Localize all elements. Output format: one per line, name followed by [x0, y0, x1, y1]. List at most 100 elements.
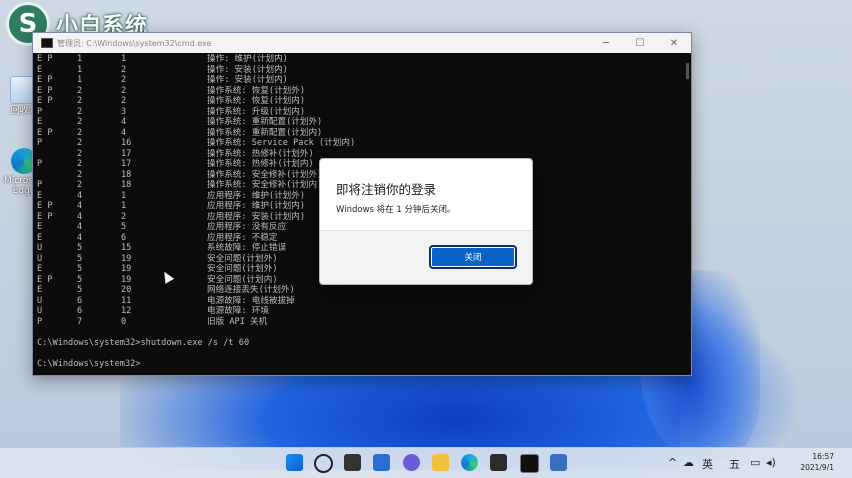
cmd-cell: 1	[121, 190, 127, 201]
cmd-cell: E	[37, 222, 43, 232]
cmd-cell: 安全问题(计划内)	[207, 274, 278, 285]
cmd-cell: 4	[77, 201, 83, 211]
cmd-cell: 11	[121, 295, 132, 306]
cmd-cell: P	[37, 180, 43, 190]
cmd-cell: 2	[121, 64, 127, 75]
cmd-row: U 6 12 电源故障: 环境	[37, 306, 677, 317]
cmd-cell: 网络连接丢失(计划外)	[207, 285, 295, 295]
cmd-cell: 操作: 安装(计划内)	[207, 64, 288, 75]
cmd-cell: 2	[77, 85, 83, 96]
cmd-cell: 18	[121, 180, 132, 190]
task-view-icon[interactable]	[344, 454, 361, 471]
cmd-cell: 2	[77, 127, 83, 138]
edge-taskbar-icon[interactable]	[461, 454, 478, 471]
cmd-cell: 1	[77, 75, 83, 85]
close-button[interactable]: 关闭	[429, 245, 517, 269]
cmd-cell: 安全问题(计划外)	[207, 253, 278, 264]
cmd-cell: 操作系统: 热修补(计划内)	[207, 159, 314, 169]
cmd-window-title: 管理员: C:\Windows\system32\cmd.exe	[57, 38, 212, 48]
close-window-button[interactable]: ✕	[657, 38, 691, 49]
start-button-icon[interactable]	[286, 454, 303, 471]
volume-icon[interactable]: ◂)	[766, 456, 776, 469]
cmd-cell: 1	[77, 64, 83, 75]
cmd-scrollbar[interactable]	[686, 63, 689, 79]
cmd-cell: 应用程序: 维护(计划外)	[207, 190, 306, 201]
cmd-row: P 2 16 操作系统: Service Pack (计划内)	[37, 138, 677, 149]
cmd-cell: 1	[121, 54, 127, 64]
cmd-cell: 1	[121, 201, 127, 211]
clock-time: 16:57	[812, 452, 834, 461]
input-mode-indicator[interactable]: 五	[729, 456, 740, 472]
cmd-cell: 5	[121, 222, 127, 232]
cmd-cell: 操作系统: Service Pack (计划内)	[207, 138, 356, 148]
cmd-cell: 安全问题(计划外)	[207, 264, 278, 274]
cmd-cell: 15	[121, 243, 132, 253]
cmd-prompt: C:\Windows\system32>	[37, 358, 141, 369]
cmd-cell: 16	[121, 138, 132, 148]
cmd-cell: 电源故障: 环境	[207, 306, 269, 316]
cmd-cell: 旧版 API 关机	[207, 316, 268, 327]
cloud-icon[interactable]: ☁	[683, 456, 694, 469]
cmd-cell: E	[37, 264, 43, 274]
cmd-cell: E P	[37, 211, 53, 222]
tray-chevron-icon[interactable]: ^	[668, 456, 677, 469]
cmd-cell: 2	[77, 169, 83, 180]
file-explorer-icon[interactable]	[432, 454, 449, 471]
cmd-titlebar[interactable]: 管理员: C:\Windows\system32\cmd.exe ─ ☐ ✕	[33, 33, 691, 53]
cmd-cell: 操作系统: 热修补(计划外)	[207, 148, 314, 159]
clock-date: 2021/9/1	[800, 463, 834, 472]
search-icon[interactable]	[314, 454, 333, 473]
cmd-cell: 2	[77, 106, 83, 117]
cmd-cell: 应用程序: 安装(计划内)	[207, 211, 306, 222]
cmd-cell: 2	[77, 148, 83, 159]
dialog-footer: 关闭	[320, 230, 532, 284]
cmd-cell: P	[37, 106, 43, 117]
cmd-cell: 6	[77, 295, 83, 306]
cmd-cell: 4	[121, 127, 127, 138]
network-icon[interactable]: ▭	[750, 456, 760, 469]
clock[interactable]: 16:57 2021/9/1	[800, 451, 834, 473]
cmd-row: E P 1 2 操作: 安装(计划内)	[37, 75, 677, 86]
cmd-row: E 2 4 操作系统: 重新配置(计划外)	[37, 117, 677, 128]
cmd-cell: 4	[77, 232, 83, 243]
cmd-cell: E	[37, 285, 43, 295]
cmd-cell: 应用程序: 维护(计划内)	[207, 201, 306, 211]
cmd-cell: E P	[37, 54, 53, 64]
cmd-cell: 5	[77, 274, 83, 285]
taskbar: ^ ☁ 英 五 ▭ ◂) 16:57 2021/9/1	[0, 447, 852, 478]
cmd-cell	[37, 149, 77, 160]
cmd-cell: 4	[77, 222, 83, 232]
cmd-cell: 5	[77, 243, 83, 253]
cmd-cell: 2	[77, 117, 83, 127]
cmd-cell: 2	[77, 138, 83, 148]
store-icon[interactable]	[490, 454, 507, 471]
cmd-row: E P 2 2 操作系统: 恢复(计划内)	[37, 96, 677, 107]
chat-icon[interactable]	[403, 454, 420, 471]
ime-indicator[interactable]: 英	[702, 456, 713, 472]
cmd-cell: 2	[121, 85, 127, 96]
cmd-cell: E	[37, 117, 43, 127]
cmd-cell: E	[37, 190, 43, 201]
app-taskbar-icon[interactable]	[550, 454, 567, 471]
cmd-cell: 12	[121, 306, 132, 316]
cmd-cell: 4	[121, 117, 127, 127]
cmd-row: E 1 2 操作: 安装(计划内)	[37, 65, 677, 76]
cmd-cell: E P	[37, 201, 53, 211]
cmd-cell: 应用程序: 没有反应	[207, 222, 287, 232]
cmd-cell: 操作系统: 恢复(计划外)	[207, 85, 306, 96]
cmd-row: E 5 20 网络连接丢失(计划外)	[37, 285, 677, 296]
widgets-icon[interactable]	[373, 454, 390, 471]
cmd-cell: 1	[77, 54, 83, 64]
cmd-taskbar-icon[interactable]	[520, 454, 539, 473]
cmd-cell: E P	[37, 274, 53, 285]
cmd-cell: 操作系统: 恢复(计划内)	[207, 96, 306, 106]
cmd-cell: 5	[77, 285, 83, 295]
minimize-button[interactable]: ─	[589, 38, 623, 49]
maximize-button[interactable]: ☐	[623, 38, 657, 49]
cmd-cell: 20	[121, 285, 132, 295]
cmd-cell: 18	[121, 169, 132, 180]
cmd-row: E P 2 4 操作系统: 重新配置(计划内)	[37, 128, 677, 139]
cmd-cell: P	[37, 159, 43, 169]
cmd-prompt-command: C:\Windows\system32>shutdown.exe /s /t 6…	[37, 337, 250, 348]
cmd-cell: 4	[77, 211, 83, 222]
